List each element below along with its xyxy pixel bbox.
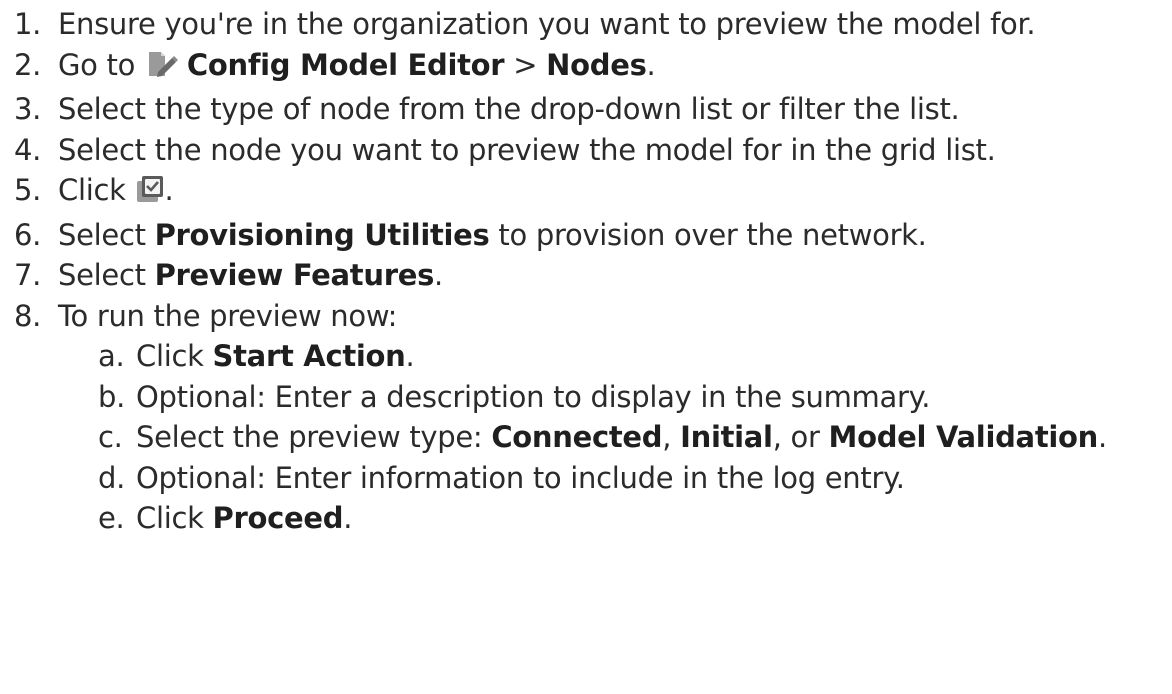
step-7: 7. Select Preview Features. [0, 255, 1172, 296]
step-text: Ensure you're in the organization you wa… [58, 7, 1036, 41]
start-action-label: Start Action [212, 339, 406, 373]
substep-d: d. Optional: Enter information to includ… [0, 458, 1172, 499]
initial-label: Initial [680, 420, 773, 454]
step-text: . [164, 173, 174, 207]
step-number: 1. [14, 7, 42, 41]
provisioning-utilities-label: Provisioning Utilities [154, 217, 490, 252]
nodes-link: Nodes [546, 47, 647, 82]
substep-letter: d. [98, 460, 126, 495]
step-number: 4. [14, 132, 42, 167]
step-text: . [343, 501, 353, 535]
step-text: Select [58, 217, 155, 252]
step-text: Select the node you want to preview the … [58, 132, 996, 167]
step-text: . [1098, 420, 1107, 454]
step-text: To run the preview now: [58, 298, 398, 333]
step-5: 5. Click . [0, 170, 1172, 215]
step-number: 7. [14, 258, 42, 292]
proceed-label: Proceed [212, 501, 344, 535]
step-6: 6. Select Provisioning Utilities to prov… [0, 215, 1172, 256]
step-number: 3. [14, 92, 42, 126]
step-number: 8. [14, 298, 42, 333]
config-model-editor-icon [144, 49, 178, 90]
step-text: Click [136, 501, 213, 535]
step-text: Go to [58, 47, 144, 82]
step-number: 5. [14, 173, 42, 207]
step-1: 1. Ensure you're in the organization you… [0, 4, 1172, 45]
substep-letter: b. [98, 379, 126, 414]
substep-a: a. Click Start Action. [0, 336, 1172, 377]
connected-label: Connected [491, 420, 663, 454]
step-text: Select the type of node from the drop-do… [58, 92, 960, 126]
step-2: 2. Go to Config Model Editor > Nodes. [0, 45, 1172, 90]
step-number: 6. [14, 217, 42, 252]
preview-features-label: Preview Features [154, 258, 435, 292]
menu-separator: > [504, 47, 547, 82]
step-text: . [434, 258, 443, 292]
separator: , or [772, 420, 829, 454]
step-text: to provision over the network. [489, 217, 927, 252]
step-4: 4. Select the node you want to preview t… [0, 130, 1172, 171]
model-validation-label: Model Validation [828, 420, 1099, 454]
step-text: Click [136, 339, 213, 373]
procedure: 1. Ensure you're in the organization you… [0, 4, 1172, 539]
substep-c: c. Select the preview type: Connected, I… [0, 417, 1172, 458]
step-text: Click [58, 173, 135, 207]
step-text: Select [58, 258, 155, 292]
step-number: 2. [14, 47, 42, 82]
substep-letter: c. [98, 420, 123, 454]
separator: , [662, 420, 681, 454]
step-text: . [405, 339, 415, 373]
substep-b: b. Optional: Enter a description to disp… [0, 377, 1172, 418]
preview-checkbox-icon [135, 174, 165, 215]
substep-letter: e. [98, 501, 125, 535]
substep-e: e. Click Proceed. [0, 498, 1172, 539]
substep-letter: a. [98, 339, 125, 373]
step-text: Select the preview type: [136, 420, 492, 454]
step-text: . [646, 47, 656, 82]
step-8: 8. To run the preview now: [0, 296, 1172, 337]
config-model-editor-link: Config Model Editor [186, 47, 505, 82]
step-3: 3. Select the type of node from the drop… [0, 89, 1172, 130]
step-text: Optional: Enter a description to display… [136, 379, 931, 414]
step-text: Optional: Enter information to include i… [136, 460, 905, 495]
